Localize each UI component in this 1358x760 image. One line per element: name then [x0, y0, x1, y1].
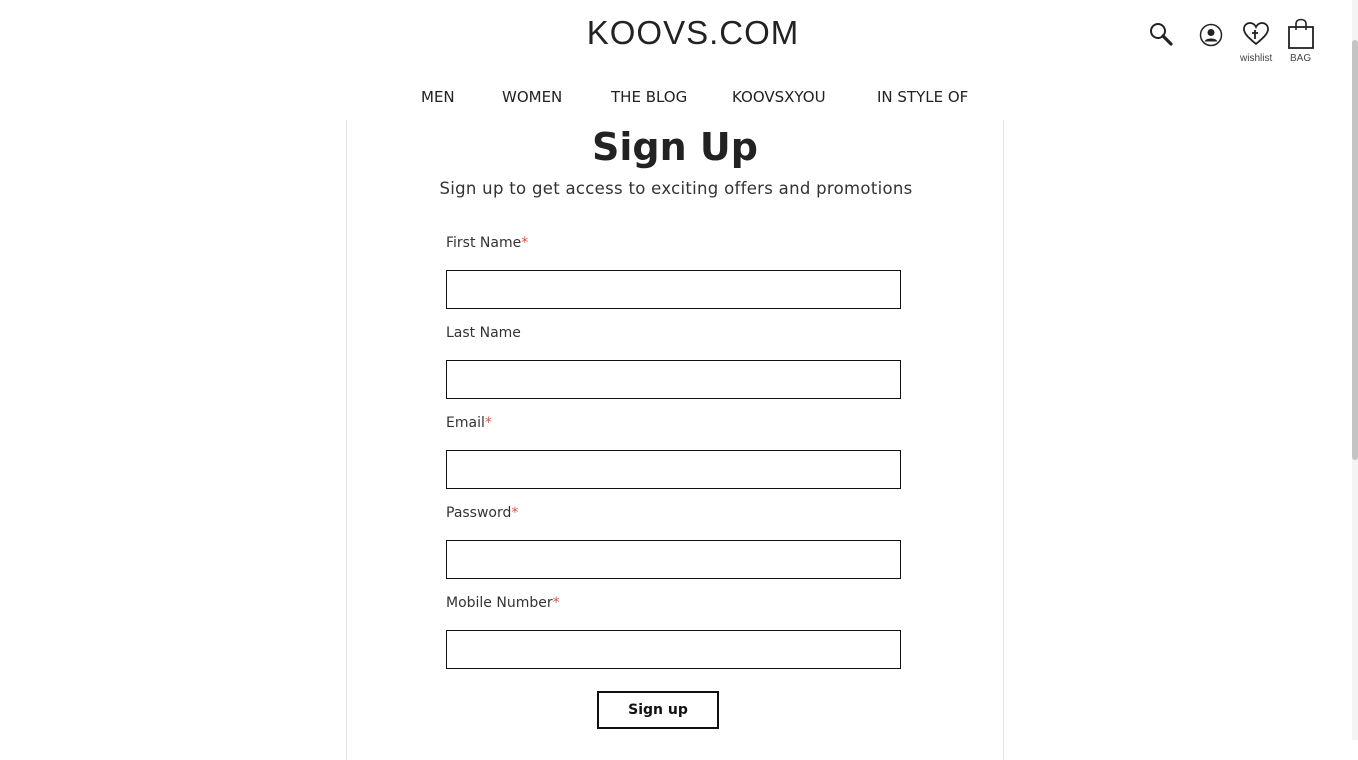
- wishlist-label[interactable]: wishlist: [1240, 53, 1272, 64]
- wishlist-heart-icon[interactable]: [1241, 20, 1271, 48]
- mobile-number-label: Mobile Number*: [446, 593, 560, 613]
- required-marker: *: [521, 235, 529, 251]
- password-label-text: Password: [446, 505, 512, 521]
- password-input[interactable]: [446, 540, 901, 579]
- nav-item-men[interactable]: MEN: [421, 86, 455, 108]
- password-label: Password*: [446, 503, 518, 523]
- required-marker: *: [511, 505, 519, 521]
- mobile-number-input[interactable]: [446, 630, 901, 669]
- email-input[interactable]: [446, 450, 901, 489]
- bag-label[interactable]: BAG: [1290, 53, 1311, 64]
- required-marker: *: [484, 415, 492, 431]
- first-name-label: First Name*: [446, 233, 528, 253]
- mobile-number-label-text: Mobile Number: [446, 595, 553, 611]
- nav-item-women[interactable]: WOMEN: [502, 86, 562, 108]
- site-logo[interactable]: KOOVS.COM: [586, 14, 800, 52]
- page-title: Sign Up: [592, 125, 758, 169]
- bag-icon[interactable]: [1287, 18, 1315, 50]
- last-name-input[interactable]: [446, 360, 901, 399]
- nav-item-koovsxyou[interactable]: KOOVSXYOU: [732, 86, 826, 108]
- first-name-label-text: First Name: [446, 235, 522, 251]
- signup-button[interactable]: Sign up: [597, 691, 719, 729]
- nav-item-in-style-of[interactable]: IN STYLE OF: [877, 86, 968, 108]
- email-label: Email*: [446, 413, 492, 433]
- last-name-label-text: Last Name: [446, 325, 521, 341]
- first-name-input[interactable]: [446, 270, 901, 309]
- account-icon[interactable]: [1199, 23, 1223, 47]
- main-nav: MEN WOMEN THE BLOG KOOVSXYOU IN STYLE OF: [0, 86, 1358, 110]
- scrollbar-thumb[interactable]: [1352, 40, 1358, 460]
- page-subtitle: Sign up to get access to exciting offers…: [439, 179, 913, 198]
- email-label-text: Email: [446, 415, 485, 431]
- nav-item-the-blog[interactable]: THE BLOG: [611, 86, 687, 108]
- last-name-label: Last Name: [446, 323, 521, 343]
- search-icon[interactable]: [1148, 21, 1174, 47]
- required-marker: *: [552, 595, 560, 611]
